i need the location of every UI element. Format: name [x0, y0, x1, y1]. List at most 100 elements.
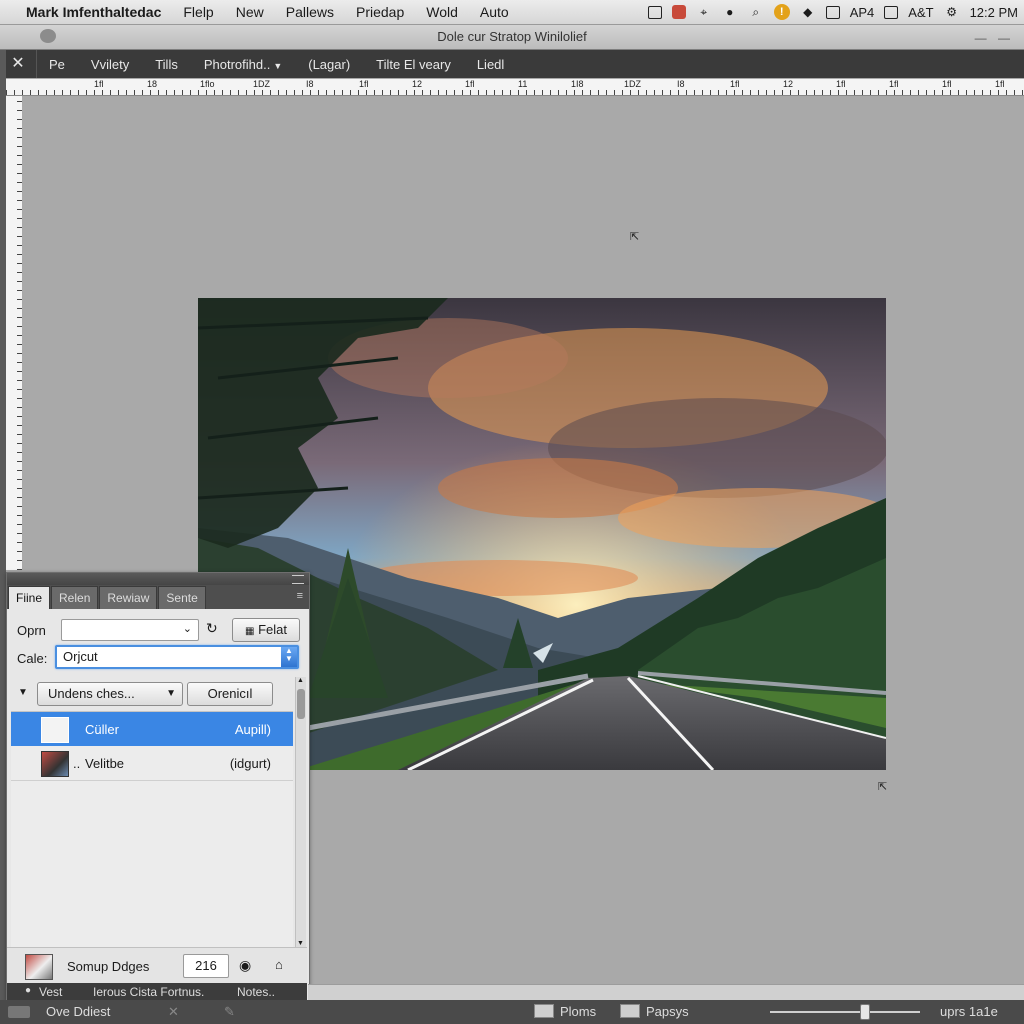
lock-icon[interactable]: ◆ — [800, 4, 816, 20]
ruler-tick-label: 1fl — [465, 79, 475, 89]
ruler-tick-label: 1Ǳ — [624, 79, 642, 89]
option-photrofihd-label: Photrofihd.. — [203, 56, 271, 72]
toggle-papsys-label: Papsys — [646, 1004, 689, 1019]
menu-item-flelp[interactable]: Flelp — [183, 4, 213, 20]
panel-menu-icon[interactable]: ≡ — [297, 590, 303, 602]
tab-relen[interactable]: Relen — [51, 586, 99, 609]
option-vvilety[interactable]: Vvilety — [79, 57, 129, 72]
panel-status-bar: ● Vest Ierous Cista Fortnus. Notes.. — [7, 983, 307, 1001]
zoom-slider-track[interactable] — [770, 1011, 920, 1013]
cale-label: Cale: — [17, 651, 48, 666]
felat-label: Felat — [258, 622, 287, 637]
scroll-up-icon[interactable]: ▲ — [297, 677, 304, 684]
options-bar: ✕ Pe Vvilety Tills Photrofihd.. ▼ (Lagar)… — [0, 50, 1024, 78]
toggle-ploms[interactable]: Ploms — [534, 1004, 596, 1019]
screen-icon[interactable] — [647, 5, 662, 19]
disclosure-triangle-icon[interactable]: ▼ — [18, 687, 28, 698]
list-scrollbar[interactable]: ▲ ▼ — [295, 677, 306, 947]
pin-icon[interactable]: ⌖ — [696, 4, 712, 20]
group-dropdown[interactable]: Undens ches... ▼ — [37, 682, 183, 706]
ruler-tick-label: I8 — [677, 79, 685, 89]
menu-bar: Mark Imfenthaltedac Flelp New Pallews Pr… — [0, 0, 1024, 25]
felat-button[interactable]: ▦ Felat — [232, 618, 300, 642]
refresh-icon[interactable]: ↻ — [206, 620, 218, 637]
layers-list: Cüller Aupill) .. Velitbe (idgurt) — [11, 711, 293, 948]
scroll-down-icon[interactable]: ▼ — [297, 940, 304, 947]
ruler-tick-label: 12 — [412, 79, 423, 89]
collapse-icon[interactable] — [292, 575, 304, 584]
menu-item-priedap[interactable]: Priedap — [356, 4, 404, 20]
clock[interactable]: 12:2 PM — [970, 5, 1018, 20]
menu-item-wold[interactable]: Wold — [426, 4, 458, 20]
option-lagar[interactable]: (Lagar) — [296, 57, 350, 72]
ruler-tick-label: 1fl — [359, 79, 369, 89]
ruler-tick-label: I8 — [306, 79, 314, 89]
status-text-att[interactable]: A&T — [908, 5, 933, 20]
globe-icon[interactable]: ◉ — [239, 957, 251, 974]
window-controls[interactable]: — — — [975, 31, 1014, 45]
option-pe[interactable]: Pe — [37, 57, 65, 72]
user-icon[interactable]: ● — [722, 4, 738, 20]
window-title-bar: Dole cur Stratop Winilolief — — — [0, 25, 1024, 50]
menu-status-area: ⌖ ● ⌕ ! ◆ AP4 A&T ⚙ 12:2 PM — [647, 0, 1018, 24]
pen-icon: ✎ — [224, 1004, 235, 1019]
cale-field[interactable]: Orjcut ▲ ▼ — [55, 645, 299, 669]
checkbox-icon — [534, 1004, 554, 1018]
panel-footer: Somup Ddges 216 ◉ ⌂ — [7, 947, 307, 984]
option-liedl[interactable]: Liedl — [465, 57, 504, 72]
ruler-tick-label: 1fl — [889, 79, 899, 89]
trash-icon[interactable]: ⌂ — [275, 957, 283, 972]
ruler-tick-label: 1flo — [200, 79, 215, 89]
ruler-tick-label: 18 — [147, 79, 158, 89]
battery-icon[interactable] — [825, 5, 840, 19]
status-cista: Ierous Cista Fortnus. — [93, 985, 205, 999]
menu-item-auto[interactable]: Auto — [480, 4, 509, 20]
keyboard-icon — [8, 1006, 30, 1018]
bottom-scroll-strip[interactable] — [308, 984, 1024, 1001]
checkbox-icon — [620, 1004, 640, 1018]
option-tilte-el-veary[interactable]: Tilte El veary — [364, 57, 451, 72]
ruler-tick-label: 1I8 — [571, 79, 584, 89]
ruler-top[interactable]: 1fl 18 1flo 1Ǳ I8 1fl 12 1fl 11 1I8 1Ǳ I8 1fl 12 1fl 1f… — [6, 79, 1024, 96]
layer-name: Cüller — [85, 722, 119, 737]
tab-sente[interactable]: Sente — [158, 586, 206, 609]
list-item[interactable]: .. Velitbe (idgurt) — [11, 746, 293, 780]
pointer-cursor-icon: ⇱ — [630, 231, 640, 243]
panel-header[interactable] — [7, 573, 309, 585]
footer-value-field[interactable]: 216 — [183, 954, 229, 978]
opm-dropdown[interactable]: ⌄ — [61, 619, 199, 641]
menu-item-pallews[interactable]: Pallews — [286, 4, 334, 20]
notification-icon[interactable]: ! — [773, 4, 790, 20]
ruler-tick-label: 1fl — [836, 79, 846, 89]
status-text-ap4[interactable]: AP4 — [850, 5, 875, 20]
menu-item-new[interactable]: New — [236, 4, 264, 20]
tab-rewiaw[interactable]: Rewiaw — [99, 586, 158, 609]
option-photrofihd-dropdown[interactable]: Photrofihd.. ▼ — [192, 57, 282, 72]
toggle-papsys[interactable]: Papsys — [620, 1004, 689, 1019]
gear-icon[interactable]: ⚙ — [944, 4, 960, 20]
search-icon[interactable]: ⌕ — [748, 4, 764, 20]
group-dropdown-label: Undens ches... — [48, 686, 135, 701]
layer-thumb-icon — [41, 751, 69, 777]
status-right-label: uprs 1a1e — [940, 1004, 998, 1019]
ruler-tick-label: 1fl — [942, 79, 952, 89]
ruler-left[interactable] — [6, 96, 23, 570]
cale-value: Orjcut — [63, 649, 98, 664]
orenicl-button[interactable]: Orenicıl — [187, 682, 273, 706]
footer-thumb-icon — [25, 954, 53, 980]
image-icon[interactable] — [671, 5, 686, 19]
calendar-icon[interactable] — [884, 5, 899, 19]
scroll-thumb[interactable] — [297, 689, 305, 719]
status-vest: Vest — [39, 985, 63, 999]
zoom-slider-knob[interactable] — [860, 1004, 870, 1020]
status-notes[interactable]: Notes.. — [237, 985, 275, 999]
stepper-icon[interactable]: ▲ ▼ — [281, 647, 297, 667]
tab-fiine[interactable]: Fiine — [8, 586, 51, 609]
chevron-down-icon: ▼ — [166, 688, 176, 699]
layer-prefix: .. — [73, 756, 81, 771]
app-name-menu[interactable]: Mark Imfenthaltedac — [26, 4, 161, 20]
window-title: Dole cur Stratop Winilolief — [437, 29, 587, 44]
list-item[interactable]: Cüller Aupill) — [11, 712, 293, 746]
pointer-cursor-icon-2: ⇱ — [878, 781, 888, 793]
option-tills[interactable]: Tills — [143, 57, 178, 72]
